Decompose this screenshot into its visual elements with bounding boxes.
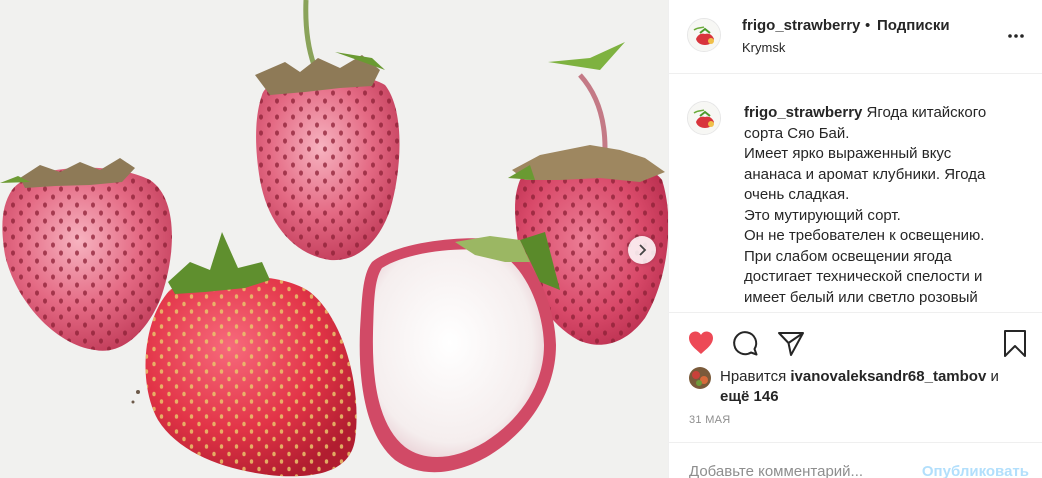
more-horizontal-icon (1008, 34, 1024, 38)
share-button[interactable] (776, 328, 806, 358)
post-header: frigo_strawberry • Подписки Krymsk (669, 0, 1042, 74)
caption-line: Имеет ярко выраженный вкус (744, 145, 952, 162)
heart-filled-icon (689, 331, 713, 354)
caption-line: сорта Сяо Бай. (744, 124, 850, 142)
caption-line: Он не требователен к освещению. (744, 227, 985, 244)
post-photo[interactable] (0, 0, 668, 478)
caption-line: Это мутирующий сорт. (744, 206, 901, 224)
strawberry-logo-icon (688, 102, 720, 134)
post-username[interactable]: frigo_strawberry (742, 17, 860, 34)
likes-prefix: Нравится (720, 368, 787, 385)
post-location[interactable]: Krymsk (742, 40, 785, 55)
post-caption: frigo_strawberry Ягода китайского сорта … (669, 75, 1042, 313)
separator-dot: • (865, 17, 871, 34)
publish-button[interactable]: Опубликовать (922, 463, 1029, 478)
caption-line: достигает технической спелости и (744, 268, 983, 285)
like-button[interactable] (686, 328, 716, 358)
caption-username[interactable]: frigo_strawberry (744, 104, 862, 121)
comment-input[interactable]: Добавьте комментарий... (689, 463, 863, 478)
post-side-panel: frigo_strawberry • Подписки Krymsk frigo… (668, 0, 1042, 478)
liker-username[interactable]: ivanovaleksandr68_tambov (790, 368, 986, 385)
caption-line: ананаса и аромат клубники. Ягода (744, 165, 986, 183)
caption-line: Ягода китайского (866, 104, 987, 121)
caption-line: имеет белый или светло розовый (744, 288, 978, 306)
liker-avatar-icon (689, 367, 711, 389)
post-date[interactable]: 31 МАЯ (689, 414, 731, 426)
chevron-right-icon (639, 244, 647, 256)
comment-button[interactable] (730, 328, 760, 358)
following-button[interactable]: Подписки (877, 17, 950, 34)
likes-count-link[interactable]: ещё 146 (720, 388, 779, 405)
bookmark-icon (1004, 330, 1026, 357)
caption-text: frigo_strawberry Ягода китайского сорта … (744, 103, 1029, 308)
save-button[interactable] (1000, 328, 1030, 358)
strawberries-image (0, 0, 668, 478)
caption-line: очень сладкая. (744, 186, 850, 203)
likes-text: Нравится ivanovaleksandr68_tambov и ещё … (720, 367, 1040, 407)
action-bar (669, 322, 1042, 362)
comment-box: Добавьте комментарий... Опубликовать (669, 442, 1042, 478)
next-photo-button[interactable] (628, 236, 656, 264)
caption-avatar[interactable] (687, 101, 721, 135)
paper-plane-icon (778, 332, 804, 356)
likes-conj: и (990, 368, 999, 385)
comment-bubble-icon (733, 331, 758, 356)
liker-avatar[interactable] (689, 367, 711, 389)
strawberry-logo-icon (688, 19, 720, 51)
avatar[interactable] (687, 18, 721, 52)
caption-line: При слабом освещении ягода (744, 247, 952, 265)
more-options-button[interactable] (1006, 26, 1026, 46)
